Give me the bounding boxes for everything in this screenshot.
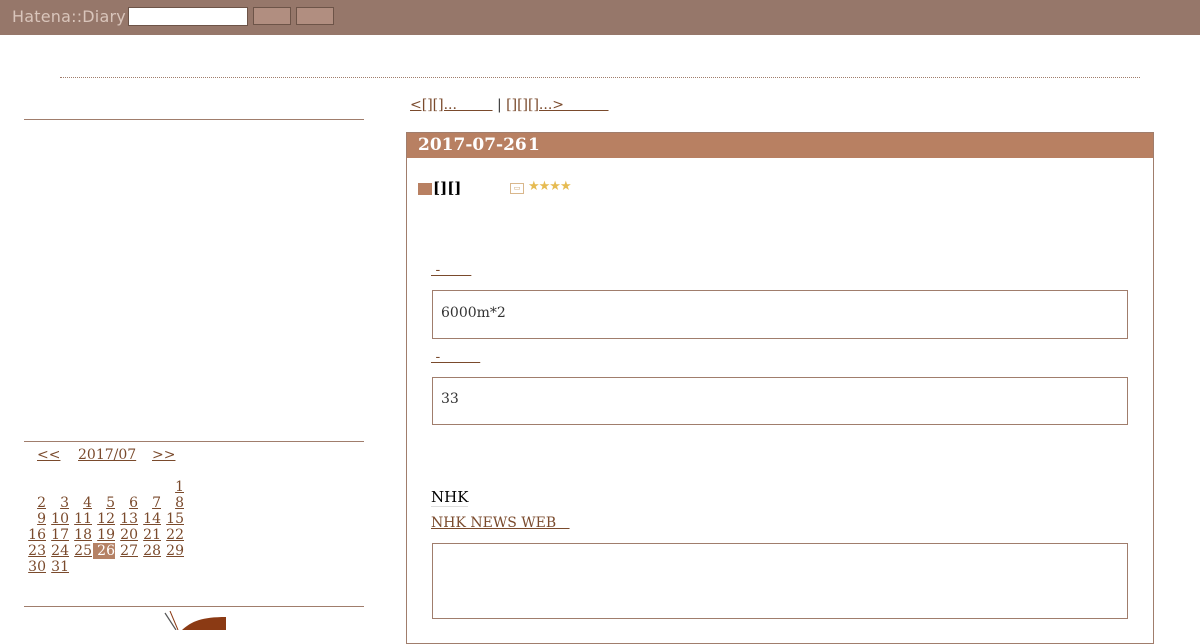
day-count: 1: [528, 135, 540, 155]
calendar-day-link[interactable]: 10: [51, 511, 69, 527]
calendar-prev-link[interactable]: <<: [37, 447, 60, 463]
calendar-day-link[interactable]: 29: [166, 543, 184, 559]
calendar-day-link[interactable]: 30: [28, 559, 46, 575]
calendar-day-link[interactable]: 19: [97, 527, 115, 543]
header-divider: [60, 77, 1140, 78]
search-input[interactable]: [128, 7, 248, 26]
calendar-day-link[interactable]: 6: [129, 495, 138, 511]
calendar-day-link[interactable]: 1: [175, 479, 184, 495]
calendar-day: 30: [24, 559, 46, 575]
calendar-day-link[interactable]: 20: [120, 527, 138, 543]
section-title: [][]: [433, 179, 462, 197]
pager-separator: |: [492, 97, 507, 113]
reference-link-1[interactable]: -: [431, 262, 471, 278]
source-link[interactable]: NHK NEWS WEB: [431, 515, 570, 531]
calendar-day: 10: [47, 511, 69, 527]
calendar-day: 1: [162, 479, 184, 495]
prev-entries-link[interactable]: <[][]...: [410, 97, 493, 113]
calendar-day: 18: [70, 527, 92, 543]
calendar-day-link[interactable]: 31: [51, 559, 69, 575]
calendar-day-link[interactable]: 22: [166, 527, 184, 543]
calendar-bottom-divider: [24, 606, 364, 607]
calendar-day: 12: [93, 511, 115, 527]
blockquote-1-text: 6000m*2: [441, 305, 506, 321]
calendar-day: 23: [24, 543, 46, 559]
calendar-day-link[interactable]: 3: [60, 495, 69, 511]
calendar-day-link[interactable]: 26: [97, 543, 115, 559]
image-icon[interactable]: ▭: [510, 183, 524, 194]
calendar-day-link[interactable]: 15: [166, 511, 184, 527]
calendar-day-link[interactable]: 16: [28, 527, 46, 543]
calendar-day: 20: [116, 527, 138, 543]
day-header: 2017-07-26 1: [407, 133, 1153, 158]
calendar-day-link[interactable]: 4: [83, 495, 92, 511]
star-rating-icon[interactable]: ★★★★: [528, 179, 572, 194]
calendar-day-link[interactable]: 7: [152, 495, 161, 511]
calendar-day-link[interactable]: 27: [120, 543, 138, 559]
calendar-day: 25: [70, 543, 92, 559]
calendar-day: 13: [116, 511, 138, 527]
square-marker-icon[interactable]: [418, 183, 432, 195]
calendar-day: 27: [116, 543, 138, 559]
top-bar: Hatena::Diary: [0, 0, 1200, 35]
blockquote-1: 6000m*2: [432, 290, 1128, 339]
calendar-day: 19: [93, 527, 115, 543]
calendar-day: 5: [93, 495, 115, 511]
calendar-day: 4: [70, 495, 92, 511]
calendar-day: 17: [47, 527, 69, 543]
next-entries-link[interactable]: [][][]...>: [506, 97, 608, 113]
calendar-day-link[interactable]: 5: [106, 495, 115, 511]
calendar-day: 7: [139, 495, 161, 511]
day-date[interactable]: 2017-07-26: [418, 133, 527, 158]
calendar-day-link[interactable]: 25: [74, 543, 92, 559]
source-label: NHK: [431, 488, 469, 507]
calendar-day: 14: [139, 511, 161, 527]
entry-pager: <[][]... | [][][]...>: [410, 97, 609, 113]
calendar-day-link[interactable]: 18: [74, 527, 92, 543]
calendar-day: 6: [116, 495, 138, 511]
calendar-day-link[interactable]: 11: [74, 511, 92, 527]
calendar-day-link[interactable]: 17: [51, 527, 69, 543]
calendar-day: 22: [162, 527, 184, 543]
calendar-next-link[interactable]: >>: [152, 447, 175, 463]
calendar-day-link[interactable]: 8: [175, 495, 184, 511]
sidebar-image: [162, 611, 226, 630]
calendar-day: 21: [139, 527, 161, 543]
calendar-day-link[interactable]: 13: [120, 511, 138, 527]
calendar-day: 29: [162, 543, 184, 559]
calendar-day: 26: [93, 543, 115, 559]
calendar-day: 31: [47, 559, 69, 575]
calendar-day-link[interactable]: 24: [51, 543, 69, 559]
calendar-day: 3: [47, 495, 69, 511]
search-button[interactable]: [253, 7, 291, 25]
calendar-month-link[interactable]: 2017/07: [78, 447, 136, 463]
sidebar-divider: [24, 119, 364, 120]
calendar-day: 16: [24, 527, 46, 543]
calendar-day-link[interactable]: 2: [37, 495, 46, 511]
calendar-day-link[interactable]: 14: [143, 511, 161, 527]
calendar-day: 8: [162, 495, 184, 511]
calendar-day-link[interactable]: 28: [143, 543, 161, 559]
calendar-day: 24: [47, 543, 69, 559]
reference-link-2[interactable]: -: [431, 349, 480, 365]
blockquote-3: [432, 543, 1128, 619]
calendar-day: 11: [70, 511, 92, 527]
calendar-day-link[interactable]: 12: [97, 511, 115, 527]
calendar-day-link[interactable]: 23: [28, 543, 46, 559]
site-logo[interactable]: Hatena::Diary: [12, 7, 126, 26]
calendar-day: 2: [24, 495, 46, 511]
calendar-day: 9: [24, 511, 46, 527]
calendar-top-divider: [24, 441, 364, 442]
diary-button[interactable]: [296, 7, 334, 25]
calendar-day: 28: [139, 543, 161, 559]
calendar-day-link[interactable]: 9: [37, 511, 46, 527]
calendar-day: 15: [162, 511, 184, 527]
blockquote-2-text: 33: [441, 391, 459, 407]
blockquote-2: 33: [432, 377, 1128, 425]
diary-day: 2017-07-26 1 [][] ▭ ★★★★ - 6000m*2 - 33 …: [406, 132, 1154, 644]
calendar-day-link[interactable]: 21: [143, 527, 161, 543]
